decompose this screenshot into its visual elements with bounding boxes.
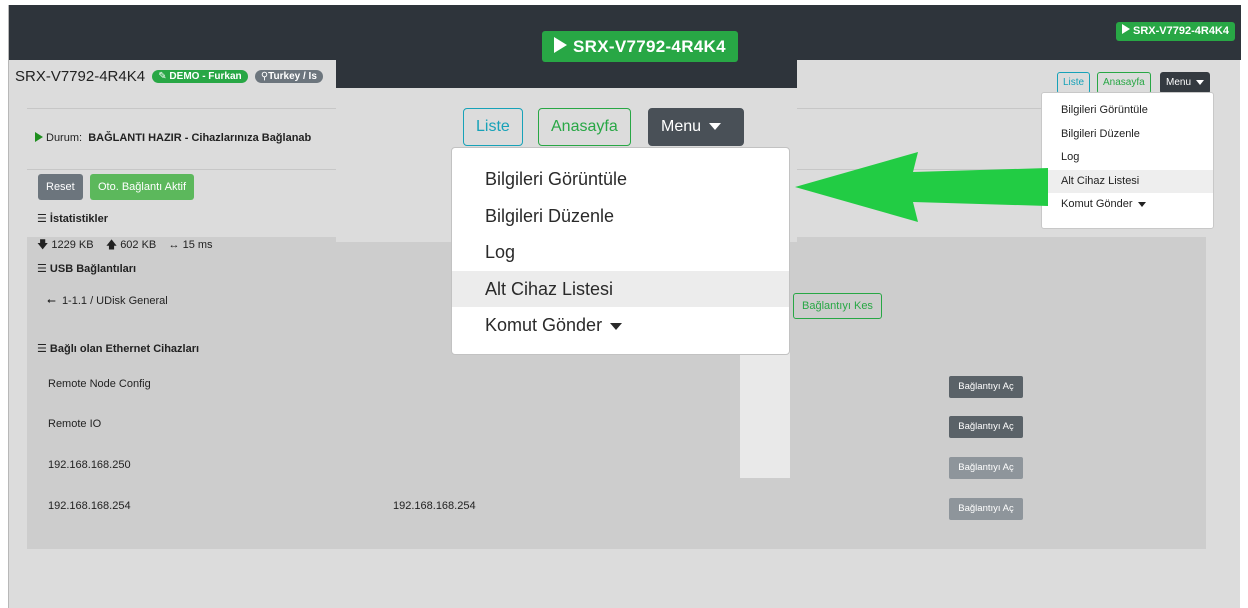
screenshot-root: SRX-V7792-4R4K4 SRX-V7792-4R4K4 ✎ DEMO -… xyxy=(0,0,1248,608)
callout-arrow-shape xyxy=(795,152,1048,222)
callout-arrow xyxy=(795,152,1048,222)
